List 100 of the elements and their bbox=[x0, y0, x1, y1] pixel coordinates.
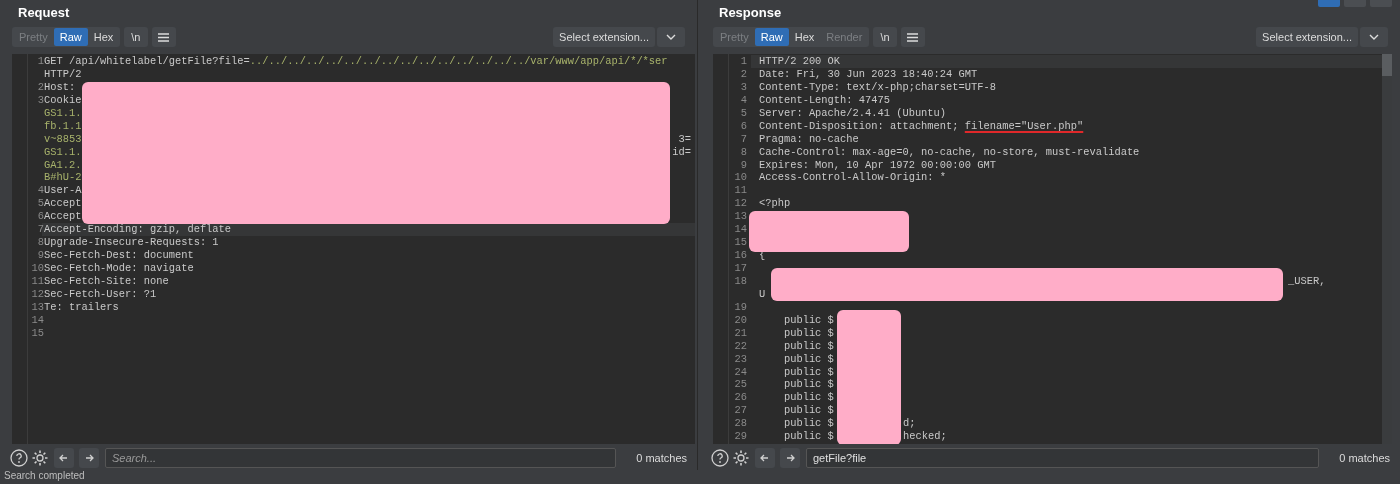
code-editor[interactable] bbox=[713, 54, 1392, 444]
line-number: 11 bbox=[733, 184, 747, 198]
code-line: public $ bbox=[782, 430, 834, 444]
line-number: 22 bbox=[733, 339, 747, 353]
line-number: 10 bbox=[30, 262, 44, 275]
help-icon[interactable] bbox=[711, 449, 729, 467]
line-number: 7 bbox=[36, 223, 44, 237]
code-line: Sec-Fetch-User: ?1 bbox=[43, 287, 157, 301]
line-number: 12 bbox=[30, 287, 44, 301]
line-number: 26 bbox=[733, 391, 747, 405]
line-number: 15 bbox=[733, 236, 747, 250]
line-number: 25 bbox=[733, 378, 747, 392]
code-line: public $ bbox=[782, 378, 834, 392]
code-line: Cache-Control: max-age=0, no-cache, no-store, must-revalidate bbox=[758, 145, 1140, 159]
code-fragment: hecked; bbox=[903, 430, 947, 444]
menu-button[interactable] bbox=[900, 27, 925, 47]
code-line: HTTP/2 bbox=[43, 67, 82, 81]
menu-icon bbox=[158, 32, 169, 42]
code-line: Access-Control-Allow-Origin: * bbox=[758, 171, 947, 185]
code-line: public $ bbox=[782, 352, 834, 366]
next-button[interactable] bbox=[780, 448, 800, 468]
caret-icon bbox=[666, 34, 676, 40]
code-line: User-A bbox=[43, 184, 82, 198]
extension-select[interactable]: Select extension... bbox=[553, 27, 655, 47]
settings-icon[interactable] bbox=[31, 449, 49, 467]
code-line: GS1.1. bbox=[43, 145, 82, 159]
code-line: Expires: Mon, 10 Apr 1972 00:00:00 GMT bbox=[758, 158, 996, 172]
code-line: fb.1.1 bbox=[43, 119, 82, 133]
dropdown-button[interactable] bbox=[1360, 27, 1388, 47]
panel-title: Request bbox=[18, 5, 70, 20]
code-line: Pragma: no-cache bbox=[758, 132, 859, 146]
code-editor[interactable] bbox=[12, 54, 695, 444]
line-number: 15 bbox=[30, 326, 44, 340]
newline-toggle[interactable]: \n bbox=[124, 27, 148, 47]
line-number: 21 bbox=[733, 326, 747, 340]
line-number: 5 bbox=[36, 197, 44, 211]
line-number: 2 bbox=[739, 67, 747, 81]
line-number: 6 bbox=[36, 210, 44, 224]
line-number: 3 bbox=[739, 80, 747, 94]
view-tab[interactable]: Hex bbox=[87, 28, 120, 46]
settings-icon[interactable] bbox=[732, 449, 750, 467]
line-number: 4 bbox=[739, 93, 747, 107]
code-line: GS1.1. bbox=[43, 106, 82, 120]
line-number: 28 bbox=[733, 417, 747, 431]
view-tab[interactable]: Hex bbox=[788, 28, 821, 46]
line-number: 11 bbox=[30, 274, 44, 288]
line-number: 8 bbox=[36, 236, 44, 250]
line-number: 5 bbox=[739, 106, 747, 120]
view-tab[interactable]: Raw bbox=[754, 28, 789, 46]
line-number: 4 bbox=[36, 184, 44, 198]
line-number: 29 bbox=[733, 430, 747, 444]
line-number: 9 bbox=[36, 249, 44, 262]
previous-button[interactable] bbox=[755, 448, 775, 468]
panel-title: Response bbox=[719, 5, 782, 20]
line-number: 20 bbox=[733, 313, 747, 327]
view-tab[interactable]: Raw bbox=[53, 28, 88, 46]
code-line: GET /api/whitelabel/getFile?file=../../../../../../../../../../../../../../../var/www/app/api/*/*ser bbox=[43, 55, 668, 68]
caret-icon bbox=[1369, 34, 1379, 40]
code-fragment: 3= bbox=[678, 132, 691, 146]
line-number: 1 bbox=[36, 55, 44, 68]
code-line: Te: trailers bbox=[43, 300, 119, 314]
code-line: Content-Disposition: attachment; filename="User.php" bbox=[758, 119, 1084, 133]
line-number: 16 bbox=[733, 249, 747, 262]
line-number: 7 bbox=[739, 132, 747, 146]
code-line: Cookie bbox=[43, 93, 82, 107]
match-count: 0 matches bbox=[1338, 450, 1390, 466]
code-line: Accept bbox=[43, 197, 82, 211]
menu-button[interactable] bbox=[151, 27, 176, 47]
code-line: public $ bbox=[782, 417, 834, 431]
line-number: 24 bbox=[733, 365, 747, 379]
code-fragment: id= bbox=[672, 145, 691, 159]
line-number: 2 bbox=[36, 80, 44, 94]
newline-toggle[interactable]: \n bbox=[873, 27, 897, 47]
line-number: 6 bbox=[739, 119, 747, 133]
help-icon[interactable] bbox=[10, 449, 28, 467]
code-line: v~8853 bbox=[43, 132, 82, 146]
code-line: Upgrade-Insecure-Requests: 1 bbox=[43, 236, 219, 250]
code-line: public $ bbox=[782, 391, 834, 405]
line-number: 8 bbox=[739, 145, 747, 159]
code-line: Sec-Fetch-Dest: document bbox=[43, 249, 194, 262]
code-line: <?php bbox=[758, 197, 791, 211]
scrollbar-thumb[interactable] bbox=[1382, 54, 1392, 76]
code-line: public $ bbox=[782, 313, 834, 327]
search-field[interactable]: getFile?file bbox=[806, 448, 1319, 468]
match-count: 0 matches bbox=[635, 450, 687, 466]
code-line: Accept bbox=[43, 210, 82, 224]
code-line: Content-Length: 47475 bbox=[758, 93, 890, 107]
search-field[interactable]: Search... bbox=[105, 448, 616, 468]
code-line: Sec-Fetch-Mode: navigate bbox=[43, 262, 194, 275]
line-number: 1 bbox=[739, 55, 747, 68]
code-line: public $ bbox=[782, 365, 834, 379]
code-line: GA1.2. bbox=[43, 158, 82, 172]
status-text: Search completed bbox=[4, 470, 85, 482]
dropdown-button[interactable] bbox=[657, 27, 685, 47]
code-line: Server: Apache/2.4.41 (Ubuntu) bbox=[758, 106, 947, 120]
code-line: Accept-Encoding: gzip, deflate bbox=[44, 223, 232, 237]
next-button[interactable] bbox=[79, 448, 99, 468]
previous-button[interactable] bbox=[54, 448, 74, 468]
extension-select[interactable]: Select extension... bbox=[1256, 27, 1358, 47]
line-number: 9 bbox=[739, 158, 747, 172]
